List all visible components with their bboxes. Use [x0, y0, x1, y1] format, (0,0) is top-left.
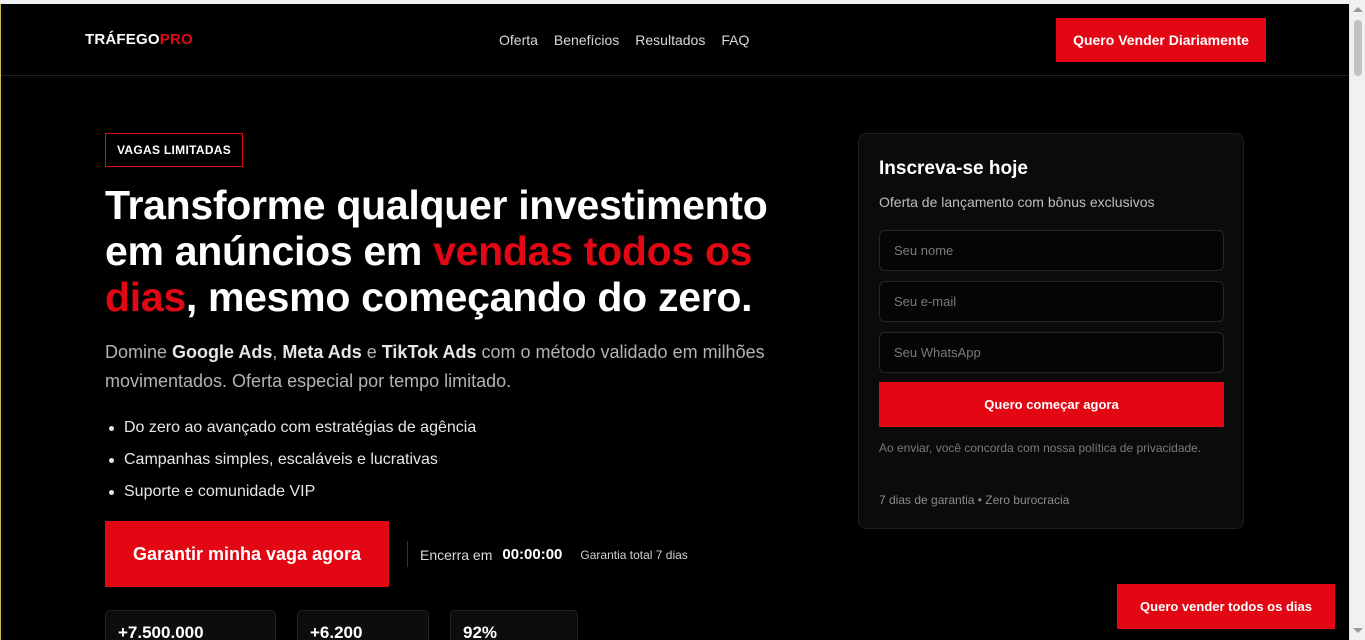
bullet-icon	[109, 457, 114, 463]
logo-accent: PRO	[159, 31, 193, 48]
hero-headline: Transforme qualquer investimento em anún…	[105, 182, 825, 320]
stat-card: +6.200	[297, 610, 429, 640]
privacy-notice: Ao enviar, você concorda com nossa polít…	[879, 441, 1202, 455]
bullet-icon	[109, 425, 114, 431]
stat-value: +7.500.000	[118, 623, 204, 640]
signup-submit-button[interactable]: Quero começar agora	[879, 382, 1224, 427]
countdown-value: 00:00:00	[502, 546, 563, 563]
hero-subtitle: Domine Google Ads, Meta Ads e TikTok Ads…	[105, 338, 825, 396]
top-navigation: TRÁFEGOPRO Oferta Benefícios Resultados …	[1, 4, 1349, 76]
page: TRÁFEGOPRO Oferta Benefícios Resultados …	[0, 4, 1349, 640]
sub-meta-ads: Meta Ads	[282, 342, 362, 362]
page-scrollbar[interactable]	[1349, 0, 1365, 640]
sub-intro: Domine	[105, 342, 173, 362]
menu-item-resultados[interactable]: Resultados	[635, 32, 705, 48]
email-input[interactable]	[879, 281, 1224, 322]
main-menu: Oferta Benefícios Resultados FAQ	[499, 32, 749, 48]
list-item: Do zero ao avançado com estratégias de a…	[105, 412, 476, 444]
whatsapp-input[interactable]	[879, 332, 1224, 373]
floating-cta-button[interactable]: Quero vender todos os dias	[1117, 584, 1335, 629]
limited-spots-badge: VAGAS LIMITADAS	[105, 133, 244, 167]
sub-sep: ,	[272, 342, 283, 362]
stat-card: +7.500.000	[105, 610, 276, 640]
divider	[407, 541, 408, 567]
sub-sep: e	[361, 342, 382, 362]
bullet-text: Do zero ao avançado com estratégias de a…	[124, 419, 477, 436]
logo-main: TRÁFEGO	[85, 31, 160, 48]
signup-title: Inscreva-se hoje	[879, 158, 1028, 179]
list-item: Campanhas simples, escaláveis e lucrativ…	[105, 444, 476, 476]
scroll-down-icon[interactable]	[1353, 628, 1363, 633]
benefits-list: Do zero ao avançado com estratégias de a…	[105, 412, 476, 508]
list-item: Suporte e comunidade VIP	[105, 476, 476, 508]
stat-value: +6.200	[310, 623, 363, 640]
bullet-text: Campanhas simples, escaláveis e lucrativ…	[124, 451, 438, 468]
menu-item-beneficios[interactable]: Benefícios	[554, 32, 619, 48]
stat-value: 92%	[463, 623, 498, 640]
headline-part2: , mesmo começando do zero.	[185, 274, 753, 320]
countdown-label: Encerra em	[420, 546, 493, 563]
sub-tiktok-ads: TikTok Ads	[381, 342, 477, 362]
signup-subtitle: Oferta de lançamento com bônus exclusivo…	[879, 194, 1155, 210]
header-cta-button[interactable]: Quero Vender Diariamente	[1056, 18, 1266, 62]
logo[interactable]: TRÁFEGOPRO	[85, 31, 193, 48]
scrollbar-thumb[interactable]	[1354, 20, 1362, 76]
signup-footer: 7 dias de garantia • Zero burocracia	[879, 493, 1070, 507]
stat-card: 92%	[450, 610, 578, 640]
name-input[interactable]	[879, 230, 1224, 271]
menu-item-oferta[interactable]: Oferta	[499, 32, 538, 48]
guarantee-spot-button[interactable]: Garantir minha vaga agora	[105, 521, 389, 587]
countdown: Encerra em 00:00:00 Garantia total 7 dia…	[420, 546, 688, 563]
bullet-icon	[109, 489, 114, 495]
menu-item-faq[interactable]: FAQ	[721, 32, 749, 48]
bullet-text: Suporte e comunidade VIP	[124, 483, 316, 500]
signup-card: Inscreva-se hoje Oferta de lançamento co…	[858, 133, 1244, 529]
scroll-up-icon[interactable]	[1353, 7, 1363, 12]
sub-google-ads: Google Ads	[172, 342, 273, 362]
guarantee-note: Garantia total 7 dias	[580, 547, 688, 562]
